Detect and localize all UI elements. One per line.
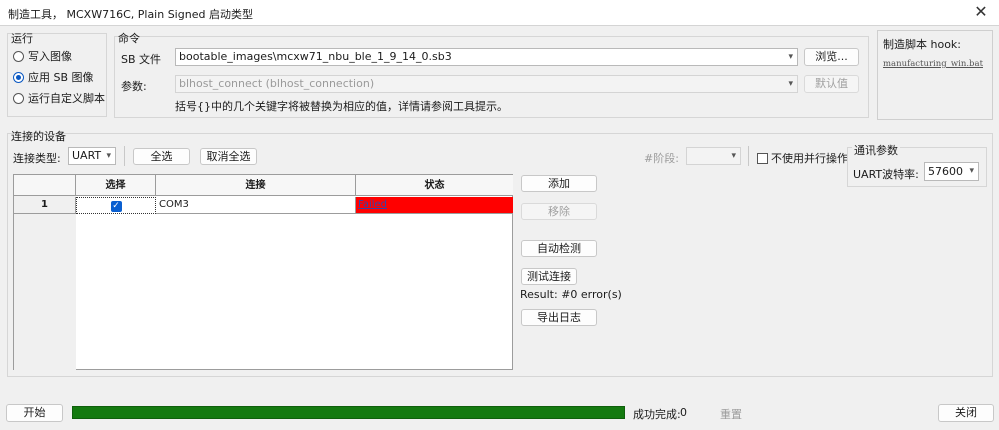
radio-label: 应用 SB 图像 [28,71,94,84]
radio-label: 写入图像 [28,50,72,63]
success-label: 成功完成: [633,408,681,421]
chevron-down-icon: ▾ [788,79,793,89]
sb-file-value: bootable_images\mcxw71_nbu_ble_1_9_14_0.… [179,50,452,63]
baud-rate-value: 57600 [928,165,963,178]
hook-title: 制造脚本 hook: [883,38,962,51]
deselect-all-button[interactable]: 取消全选 [200,148,257,165]
chevron-down-icon: ▾ [969,166,974,176]
default-value-button[interactable]: 默认值 [804,75,859,93]
stage-label: #阶段: [644,152,679,165]
hook-group: 制造脚本 hook: manufacturing_win.bat [877,30,993,120]
auto-detect-button[interactable]: 自动检测 [521,240,597,257]
sb-file-label: SB 文件 [121,53,162,66]
params-value: blhost_connect (blhost_connection) [179,77,375,90]
chevron-down-icon: ▾ [106,151,111,161]
corner-header [14,175,76,196]
radio-write-image[interactable]: 写入图像 [13,48,72,64]
no-parallel-checkbox[interactable]: 不使用并行操作 [757,150,848,166]
conn-type-value: UART [72,149,102,162]
stage-select[interactable]: ▾ [686,147,741,165]
comm-params-title: 通讯参数 [852,142,900,158]
radio-apply-sb-image[interactable]: 应用 SB 图像 [13,69,94,85]
column-header-select[interactable]: 选择 [76,175,156,196]
select-all-button[interactable]: 全选 [133,148,190,165]
column-header-connection[interactable]: 连接 [156,175,356,196]
conn-type-label: 连接类型: [13,152,61,165]
progress-bar [72,406,625,419]
device-table: 选择 连接 状态 1 ✓ COM3 Failed [13,174,513,370]
baud-rate-select[interactable]: 57600 ▾ [924,162,979,181]
reset-button[interactable]: 重置 [720,406,742,422]
radio-run-custom-script[interactable]: 运行自定义脚本 [13,90,105,106]
close-window-icon[interactable]: ✕ [971,3,991,23]
radio-icon [13,50,24,62]
radio-checked-icon [13,71,24,83]
divider [124,146,125,166]
row-status-failed[interactable]: Failed [356,197,513,214]
checkbox-icon [757,152,768,164]
start-button[interactable]: 开始 [6,404,63,422]
column-header-status[interactable]: 状态 [356,175,513,196]
sb-file-input[interactable]: bootable_images\mcxw71_nbu_ble_1_9_14_0.… [175,48,798,66]
params-label: 参数: [121,80,147,93]
test-result-text: Result: #0 error(s) [520,288,622,301]
params-hint: 括号{}中的几个关键字将被替换为相应的值，详情请参阅工具提示。 [175,100,508,113]
test-connection-button[interactable]: 测试连接 [521,268,577,285]
title-bar: 制造工具， MCXW716C, Plain Signed 启动类型 ✕ [0,0,999,26]
row-connection[interactable]: COM3 [156,197,356,214]
browse-button[interactable]: 浏览... [804,48,859,66]
checkbox-checked-icon[interactable]: ✓ [110,201,122,212]
chevron-down-icon: ▾ [788,52,793,62]
divider [748,146,749,166]
row-select-cell[interactable]: ✓ [76,197,156,214]
row-index: 1 [14,197,76,214]
params-input[interactable]: blhost_connect (blhost_connection) ▾ [175,75,798,93]
close-button[interactable]: 关闭 [938,404,994,422]
radio-label: 运行自定义脚本 [28,92,105,105]
hook-file-link[interactable]: manufacturing_win.bat [883,59,983,69]
add-button[interactable]: 添加 [521,175,597,192]
chevron-down-icon: ▾ [731,151,736,161]
devices-group-title: 连接的设备 [11,130,66,143]
no-parallel-label: 不使用并行操作 [771,152,848,165]
remove-button[interactable]: 移除 [521,203,597,220]
window-title: 制造工具， MCXW716C, Plain Signed 启动类型 [8,8,253,21]
export-log-button[interactable]: 导出日志 [521,309,597,326]
success-count: 0 [680,406,687,419]
run-group-title: 运行 [11,32,33,45]
command-group-title: 命令 [118,32,140,45]
conn-type-select[interactable]: UART ▾ [68,147,116,165]
radio-icon [13,92,24,104]
baud-rate-label: UART波特率: [853,168,919,181]
